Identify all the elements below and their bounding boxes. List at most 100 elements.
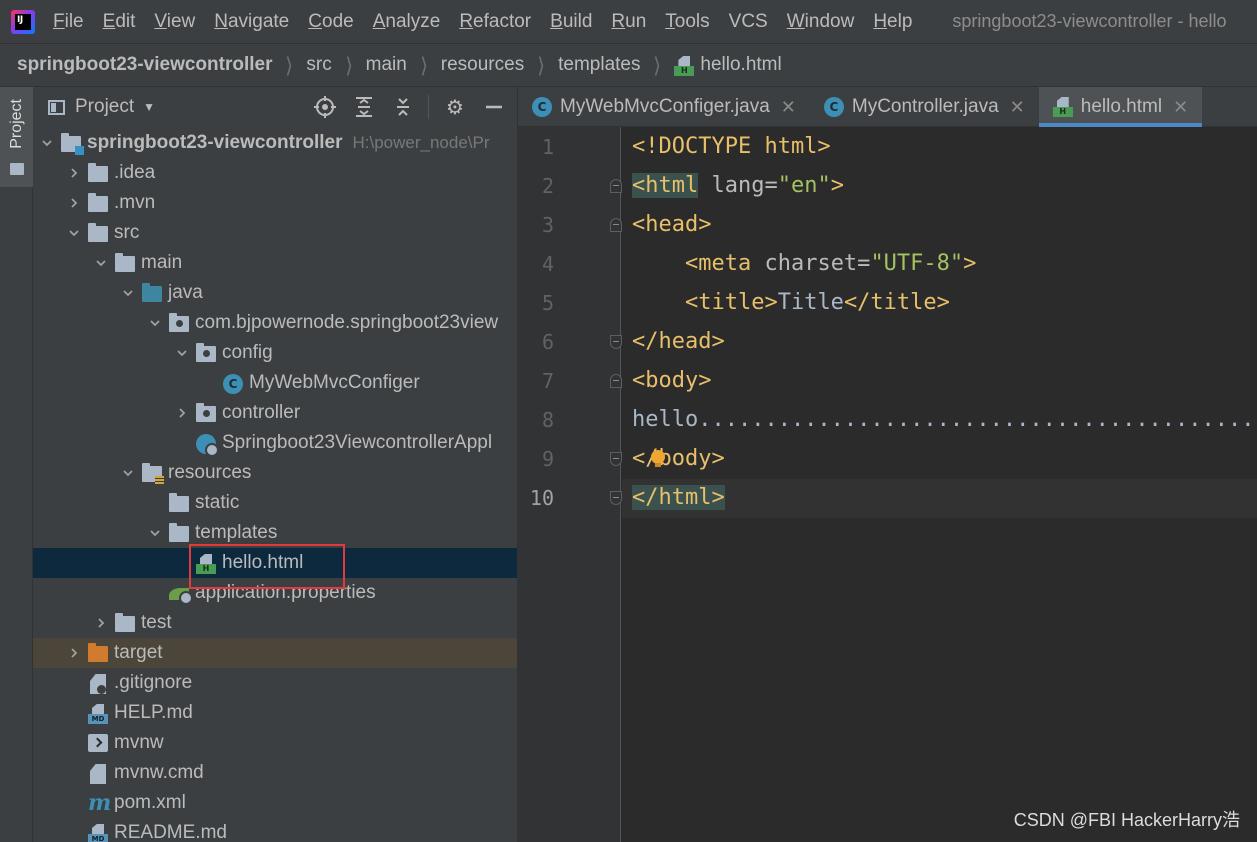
chevron-right-icon[interactable] bbox=[174, 405, 190, 421]
tree-item-package-root[interactable]: com.bjpowernode.springboot23view bbox=[33, 308, 517, 338]
menu-help[interactable]: Help bbox=[873, 11, 912, 33]
breadcrumb-project[interactable]: springboot23-viewcontroller bbox=[17, 54, 272, 76]
tree-item-mvn[interactable]: .mvn bbox=[33, 188, 517, 218]
fold-toggle-icon[interactable] bbox=[610, 452, 622, 466]
code-token: </head> bbox=[632, 329, 725, 354]
chevron-down-icon[interactable] bbox=[120, 465, 136, 481]
chevron-down-icon[interactable]: ▼ bbox=[143, 100, 155, 114]
menu-mnemonic: N bbox=[214, 10, 228, 32]
menu-edit[interactable]: Edit bbox=[103, 11, 136, 33]
menu-code[interactable]: Code bbox=[308, 11, 353, 33]
breadcrumb-templates[interactable]: templates bbox=[558, 54, 640, 76]
tree-item-label: springboot23-viewcontroller bbox=[87, 132, 343, 153]
tab-mycontroller[interactable]: C MyController.java ✕ bbox=[810, 87, 1039, 127]
gear-icon[interactable]: ⚙ bbox=[442, 94, 468, 120]
menu-window[interactable]: Window bbox=[787, 11, 855, 33]
fold-toggle-icon[interactable] bbox=[610, 179, 622, 193]
fold-toggle-icon[interactable] bbox=[610, 218, 622, 232]
tree-item-gitignore[interactable]: .gitignore bbox=[33, 668, 517, 698]
java-class-icon: C bbox=[532, 97, 552, 117]
shell-script-icon bbox=[88, 734, 108, 752]
menu-mnemonic: W bbox=[786, 10, 805, 32]
source-folder-icon bbox=[142, 283, 162, 302]
tree-item-test[interactable]: test bbox=[33, 608, 517, 638]
chevron-down-icon[interactable] bbox=[147, 525, 163, 541]
hide-panel-icon[interactable] bbox=[481, 94, 507, 120]
locate-file-icon[interactable] bbox=[312, 94, 338, 120]
folder-icon bbox=[88, 163, 108, 182]
chevron-right-icon[interactable] bbox=[93, 615, 109, 631]
fold-toggle-icon[interactable] bbox=[610, 335, 622, 349]
tree-item-java[interactable]: java bbox=[33, 278, 517, 308]
tree-item-static[interactable]: static bbox=[33, 488, 517, 518]
close-icon[interactable]: ✕ bbox=[1173, 97, 1188, 118]
project-tool-tab[interactable]: Project bbox=[0, 87, 33, 187]
line-number: 2 bbox=[541, 174, 554, 198]
menu-view[interactable]: View bbox=[154, 11, 195, 33]
menu-analyze[interactable]: Analyze bbox=[373, 11, 441, 33]
tree-item-controller[interactable]: controller bbox=[33, 398, 517, 428]
breadcrumb-file[interactable]: hello.html bbox=[700, 54, 781, 76]
menu-run[interactable]: Run bbox=[611, 11, 646, 33]
collapse-all-icon[interactable] bbox=[390, 94, 416, 120]
code-text-area[interactable]: <!DOCTYPE html> <html lang="en"> <head> … bbox=[622, 127, 1257, 842]
tree-item-label: test bbox=[141, 612, 172, 633]
chevron-down-icon[interactable] bbox=[147, 315, 163, 331]
code-token: </body> bbox=[632, 446, 725, 471]
menu-refactor[interactable]: Refactor bbox=[459, 11, 531, 33]
code-token: <title> bbox=[632, 290, 778, 315]
fold-toggle-icon[interactable] bbox=[610, 491, 622, 505]
tree-item-pom-xml[interactable]: m pom.xml bbox=[33, 788, 517, 818]
breadcrumb-main[interactable]: main bbox=[366, 54, 407, 76]
menu-file[interactable]: File bbox=[53, 11, 84, 33]
chevron-right-icon[interactable] bbox=[66, 645, 82, 661]
tree-item-main[interactable]: main bbox=[33, 248, 517, 278]
markdown-file-icon bbox=[88, 704, 108, 724]
menu-vcs[interactable]: VCS bbox=[729, 11, 768, 33]
project-view-selector[interactable]: Project bbox=[75, 96, 134, 118]
tree-item-src[interactable]: src bbox=[33, 218, 517, 248]
tree-item-resources[interactable]: resources bbox=[33, 458, 517, 488]
close-icon[interactable]: ✕ bbox=[1010, 97, 1025, 118]
tree-item-help-md[interactable]: HELP.md bbox=[33, 698, 517, 728]
intellij-logo-icon[interactable]: IJ bbox=[11, 9, 35, 34]
chevron-down-icon[interactable] bbox=[93, 255, 109, 271]
tree-item-config[interactable]: config bbox=[33, 338, 517, 368]
tree-item-mvnw-cmd[interactable]: mvnw.cmd bbox=[33, 758, 517, 788]
tree-item-label: java bbox=[168, 282, 203, 303]
tab-mywebmvcconfiger[interactable]: C MyWebMvcConfiger.java ✕ bbox=[518, 87, 810, 127]
chevron-down-icon[interactable] bbox=[174, 345, 190, 361]
menu-navigate[interactable]: Navigate bbox=[214, 11, 289, 33]
folder-icon bbox=[88, 223, 108, 242]
close-icon[interactable]: ✕ bbox=[781, 97, 796, 118]
menu-mnemonic: F bbox=[53, 10, 65, 32]
chevron-right-icon[interactable] bbox=[66, 195, 82, 211]
editor-gutter[interactable]: 1 2 3 4 5 6 7 8 9 10 bbox=[518, 127, 622, 842]
tree-item-application-class[interactable]: Springboot23ViewcontrollerAppl bbox=[33, 428, 517, 458]
package-icon bbox=[196, 343, 216, 362]
tree-item-mvnw[interactable]: mvnw bbox=[33, 728, 517, 758]
tree-item-project-root[interactable]: springboot23-viewcontroller H:\power_nod… bbox=[33, 128, 517, 158]
chevron-down-icon[interactable] bbox=[120, 285, 136, 301]
tree-item-target[interactable]: target bbox=[33, 638, 517, 668]
menu-tools[interactable]: Tools bbox=[665, 11, 709, 33]
line-number: 10 bbox=[529, 486, 554, 510]
intention-lightbulb-icon[interactable] bbox=[651, 450, 665, 468]
code-token: > bbox=[963, 251, 977, 276]
maven-icon: m bbox=[88, 790, 112, 816]
chevron-right-icon[interactable] bbox=[66, 165, 82, 181]
tree-item-idea[interactable]: .idea bbox=[33, 158, 517, 188]
breadcrumb-resources[interactable]: resources bbox=[441, 54, 524, 76]
menu-mnemonic: C bbox=[308, 10, 322, 32]
menu-build[interactable]: Build bbox=[550, 11, 592, 33]
chevron-down-icon[interactable] bbox=[66, 225, 82, 241]
breadcrumb-src[interactable]: src bbox=[306, 54, 331, 76]
toolbar-divider bbox=[428, 95, 429, 119]
code-token: Title bbox=[777, 290, 844, 315]
tab-hello-html[interactable]: hello.html ✕ bbox=[1038, 87, 1203, 127]
tree-item-mywebmvcconfiger[interactable]: C MyWebMvcConfiger bbox=[33, 368, 517, 398]
chevron-down-icon[interactable] bbox=[39, 135, 55, 151]
expand-all-icon[interactable] bbox=[351, 94, 377, 120]
tree-item-readme-md[interactable]: README.md bbox=[33, 818, 517, 842]
fold-toggle-icon[interactable] bbox=[610, 374, 622, 388]
